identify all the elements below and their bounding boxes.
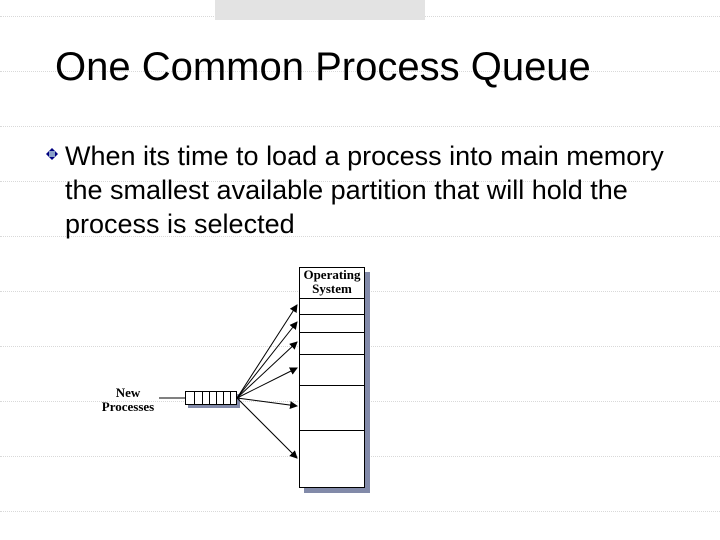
operating-system-label: OperatingSystem [300, 268, 364, 295]
process-queue-diagram: NewProcesses OperatingSystem [0, 0, 720, 540]
memory-row-divider [300, 314, 364, 315]
memory-row-divider [300, 298, 364, 299]
memory-row-divider [300, 354, 364, 355]
memory-row-divider [300, 430, 364, 431]
memory-table [299, 267, 365, 488]
memory-row-divider [300, 332, 364, 333]
new-processes-label: NewProcesses [96, 386, 160, 415]
queue-box [185, 391, 237, 405]
memory-row-divider [300, 385, 364, 386]
